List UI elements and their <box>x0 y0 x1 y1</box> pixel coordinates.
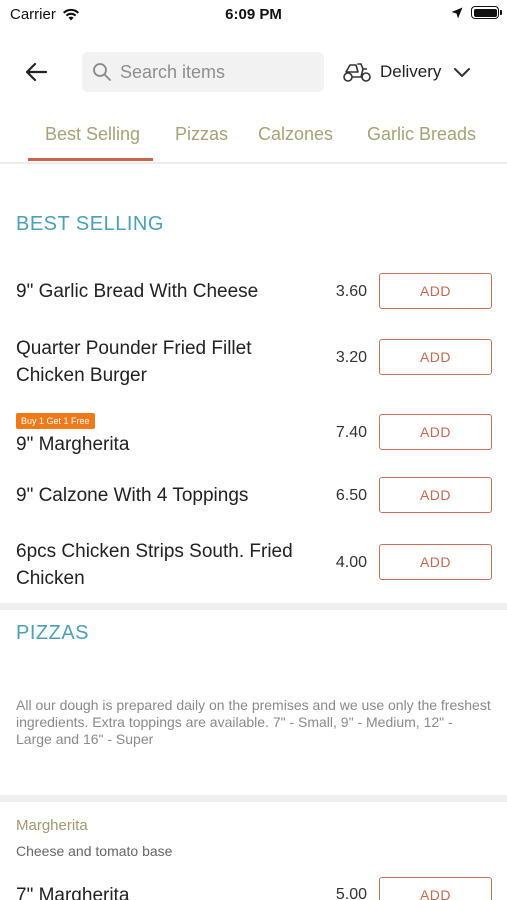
add-button[interactable]: ADD <box>379 339 492 375</box>
tab-calzones[interactable]: Calzones <box>258 124 333 145</box>
search-input[interactable] <box>120 61 310 83</box>
status-bar: Carrier 6:09 PM <box>0 0 507 30</box>
location-arrow-icon <box>451 7 463 18</box>
search-icon <box>93 63 111 81</box>
section-divider <box>0 795 507 802</box>
item-price: 5.00 <box>335 886 367 900</box>
add-button[interactable]: ADD <box>379 414 492 450</box>
tab-best-selling[interactable]: Best Selling <box>45 124 140 145</box>
section-description: All our dough is prepared daily on the p… <box>16 697 491 747</box>
scooter-icon <box>343 63 371 82</box>
item-name: 9" Margherita <box>16 434 130 455</box>
item-name: 9" Garlic Bread With Cheese <box>16 281 259 302</box>
category-tabs: Best Selling Pizzas Calzones Garlic Brea… <box>0 118 507 164</box>
subcategory-title: Margherita <box>16 817 88 834</box>
section-title-best-selling: BEST SELLING <box>16 213 164 235</box>
battery-icon <box>471 6 502 19</box>
item-name: 9" Calzone With 4 Toppings <box>16 485 249 506</box>
search-box[interactable] <box>82 52 324 92</box>
promo-badge: Buy 1 Get 1 Free <box>16 413 95 429</box>
delivery-selector[interactable]: Delivery <box>342 58 471 86</box>
status-time: 6:09 PM <box>225 6 282 23</box>
back-button[interactable] <box>20 58 52 86</box>
item-price: 6.50 <box>335 487 367 504</box>
add-button[interactable]: ADD <box>379 477 492 513</box>
item-price: 3.60 <box>335 283 367 300</box>
tab-pizzas[interactable]: Pizzas <box>175 124 228 145</box>
item-price: 7.40 <box>335 424 367 441</box>
active-tab-indicator <box>28 158 153 161</box>
item-name: 7" Margherita <box>16 885 130 900</box>
item-price: 4.00 <box>335 554 367 571</box>
chevron-down-icon <box>454 68 471 77</box>
section-divider <box>0 603 507 610</box>
item-name: 6pcs Chicken Strips South. Fried Chicken <box>16 541 293 589</box>
tab-garlic-breads[interactable]: Garlic Breads <box>367 124 476 145</box>
status-right <box>451 6 502 19</box>
item-price: 3.20 <box>335 349 367 366</box>
item-name: Quarter Pounder Fried Fillet Chicken Bur… <box>16 338 252 386</box>
add-button[interactable]: ADD <box>379 877 492 900</box>
back-arrow-icon <box>25 62 48 82</box>
top-bar: Delivery <box>0 50 507 94</box>
section-title-pizzas: PIZZAS <box>16 622 90 644</box>
add-button[interactable]: ADD <box>379 273 492 309</box>
subcategory-description: Cheese and tomato base <box>16 843 173 859</box>
delivery-label: Delivery <box>380 62 442 81</box>
add-button[interactable]: ADD <box>379 544 492 580</box>
